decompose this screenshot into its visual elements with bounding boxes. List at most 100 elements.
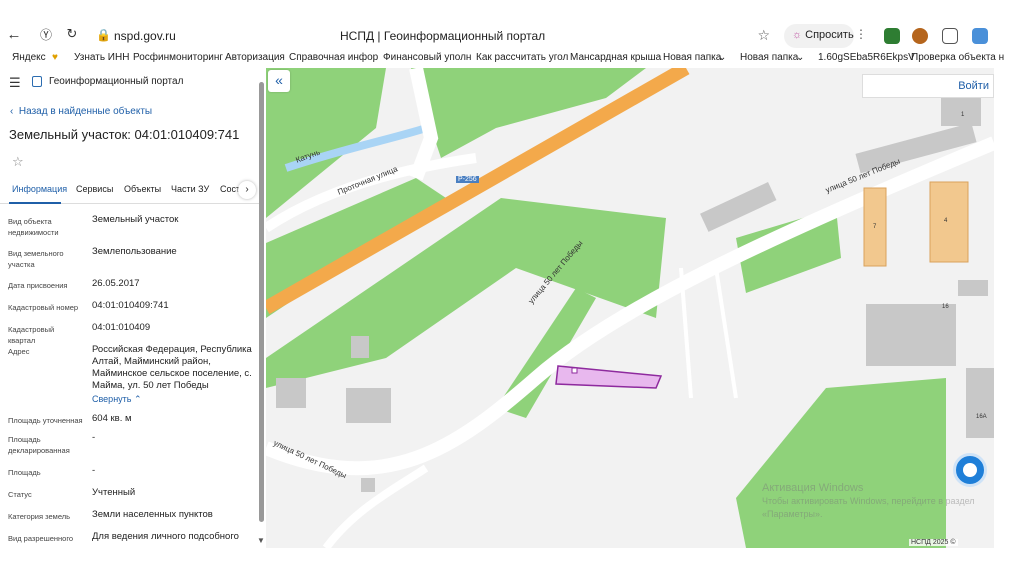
scroll-down-icon[interactable]: ▼ <box>257 536 265 545</box>
active-tab-indicator <box>9 202 61 204</box>
prop-value: 604 кв. м <box>92 413 132 424</box>
copyright: НСПД 2025 © <box>909 539 958 546</box>
prop-value: Землепользование <box>92 246 177 257</box>
chevron-right-icon[interactable]: › <box>238 181 256 199</box>
prop-value: Для ведения личного подсобного <box>92 531 239 542</box>
prop-label: Категория земель <box>8 512 71 521</box>
browser-toolbar: ← Ⓨ ↻ 🔒 nspd.gov.ru НСПД | Геоинформацио… <box>0 22 1024 50</box>
prop-label: Дата присвоения <box>8 281 68 290</box>
chevron-up-icon: ⌃ <box>134 394 142 404</box>
bookmark-icon[interactable]: ☆ <box>757 27 770 44</box>
prop-value: - <box>92 432 96 443</box>
bookmark-item[interactable]: 1.60gSEba5R6EkpsV <box>818 52 915 63</box>
bookmark-item[interactable]: Справочная инфор <box>289 52 378 63</box>
scrollbar-thumb[interactable] <box>259 82 264 522</box>
bookmark-item[interactable]: Как рассчитать угол <box>476 52 568 63</box>
prop-value: 04:01:010409:741 <box>92 300 169 311</box>
url-text: nspd.gov.ru <box>114 29 176 43</box>
parcel-marker <box>571 367 578 374</box>
prop-label: Площадь уточненная <box>8 416 83 425</box>
bookmark-item[interactable]: Яндекс <box>12 52 46 63</box>
chat-icon <box>963 463 977 477</box>
tab-information[interactable]: Информация <box>12 184 67 194</box>
prop-label: Кадастровый квартал <box>8 325 55 345</box>
chevron-down-icon: ⌄ <box>718 52 727 63</box>
prop-label: Статус <box>8 490 32 499</box>
portal-logo-icon <box>32 76 42 87</box>
profile-icon[interactable] <box>972 28 988 44</box>
yandex-icon[interactable]: Ⓨ <box>36 26 56 43</box>
bookmark-item[interactable]: Мансардная крыша <box>570 52 661 63</box>
tab-services[interactable]: Сервисы <box>76 184 113 194</box>
extension-avatar-icon[interactable] <box>912 28 928 44</box>
back-icon[interactable]: ← <box>4 26 24 43</box>
bookmarks-bar: Яндекс ♥ Узнать ИНН Росфинмониторинг Авт… <box>0 52 1024 66</box>
search-panel: Войти <box>862 74 994 98</box>
back-to-results-link[interactable]: ‹ Назад в найденные объекты <box>10 106 152 117</box>
tab-objects[interactable]: Объекты <box>124 184 161 194</box>
prop-label: Вид разрешенного <box>8 534 74 543</box>
lock-icon: 🔒 <box>96 28 111 42</box>
building <box>361 478 375 492</box>
prop-label: Площадь <box>8 468 41 477</box>
prop-label: Адрес <box>8 347 30 356</box>
collapse-panel-button[interactable]: « <box>268 70 290 92</box>
prop-value: Учтенный <box>92 487 136 498</box>
bookmark-heart-icon[interactable]: ♥ <box>52 52 58 63</box>
extension-puzzle-icon[interactable] <box>942 28 958 44</box>
prop-value: Земельный участок <box>92 214 179 225</box>
favorite-star-icon[interactable]: ☆ <box>12 154 24 170</box>
bookmark-item[interactable]: Узнать ИНН <box>74 52 129 63</box>
bookmark-item[interactable]: Проверка объекта н <box>911 52 1004 63</box>
bookmark-folder[interactable]: Новая папка <box>740 52 798 63</box>
building-4 <box>929 181 969 263</box>
info-tabs: Информация Сервисы Объекты Части ЗУ Сост… <box>0 178 260 204</box>
map-canvas <box>266 68 994 548</box>
prop-label: Кадастровый номер <box>8 303 79 312</box>
chat-button[interactable] <box>953 453 987 487</box>
prop-label: Вид объекта недвижимости <box>8 217 59 237</box>
menu-icon[interactable]: ☰ <box>9 75 21 91</box>
more-icon[interactable]: ⋮ <box>855 27 867 41</box>
building-16a <box>966 368 994 438</box>
collapse-link[interactable]: Свернуть ⌃ <box>92 394 142 405</box>
road-badge: Р-256 <box>456 176 479 183</box>
prop-label: Вид земельного участка <box>8 249 64 269</box>
ask-button[interactable]: ☼ Спросить <box>784 24 854 48</box>
building-16 <box>866 304 956 366</box>
extension-shield-icon[interactable] <box>884 28 900 44</box>
building <box>351 336 369 358</box>
object-title: Земельный участок: 04:01:010409:741 <box>9 127 240 142</box>
login-button[interactable]: Войти <box>958 80 989 92</box>
building-1 <box>941 96 981 126</box>
building <box>958 280 988 296</box>
house-number: 16А <box>976 414 987 420</box>
reload-icon[interactable]: ↻ <box>62 26 82 42</box>
portal-name: Геоинформационный портал <box>49 76 184 87</box>
prop-value: Земли населенных пунктов <box>92 509 213 520</box>
bookmark-item[interactable]: Финансовый уполн <box>383 52 471 63</box>
chevron-left-icon: ‹ <box>10 106 14 117</box>
prop-value: 04:01:010409 <box>92 322 151 333</box>
windows-activation-watermark: Активация Windows Чтобы активировать Win… <box>762 482 975 519</box>
house-number: 1 <box>961 112 965 118</box>
building <box>276 378 306 408</box>
tab-parts[interactable]: Части ЗУ <box>171 184 209 194</box>
chevron-down-icon: ⌄ <box>796 52 805 63</box>
bookmark-folder[interactable]: Новая папка <box>663 52 721 63</box>
prop-value: - <box>92 465 96 476</box>
tab-title: НСПД | Геоинформационный портал <box>340 29 546 43</box>
building <box>346 388 391 423</box>
prop-label: Площадь декларированная <box>8 435 70 455</box>
house-number: 4 <box>944 218 948 224</box>
bookmark-item[interactable]: Авторизация <box>225 52 285 63</box>
map-view[interactable]: Катунь Проточная улица Р-256 улица 50 ле… <box>266 68 994 548</box>
bookmark-item[interactable]: Росфинмониторинг <box>133 52 223 63</box>
prop-value: 26.05.2017 <box>92 278 140 289</box>
panel-header: ☰ Геоинформационный портал <box>0 70 266 94</box>
house-number: 16 <box>942 304 949 310</box>
house-number: 7 <box>873 224 877 230</box>
address-value: Российская Федерация, Республика Алтай, … <box>92 344 252 391</box>
object-info-panel: ☰ Геоинформационный портал ‹ Назад в най… <box>0 70 266 548</box>
address-bar[interactable]: 🔒 nspd.gov.ru НСПД | Геоинформационный п… <box>90 24 780 48</box>
